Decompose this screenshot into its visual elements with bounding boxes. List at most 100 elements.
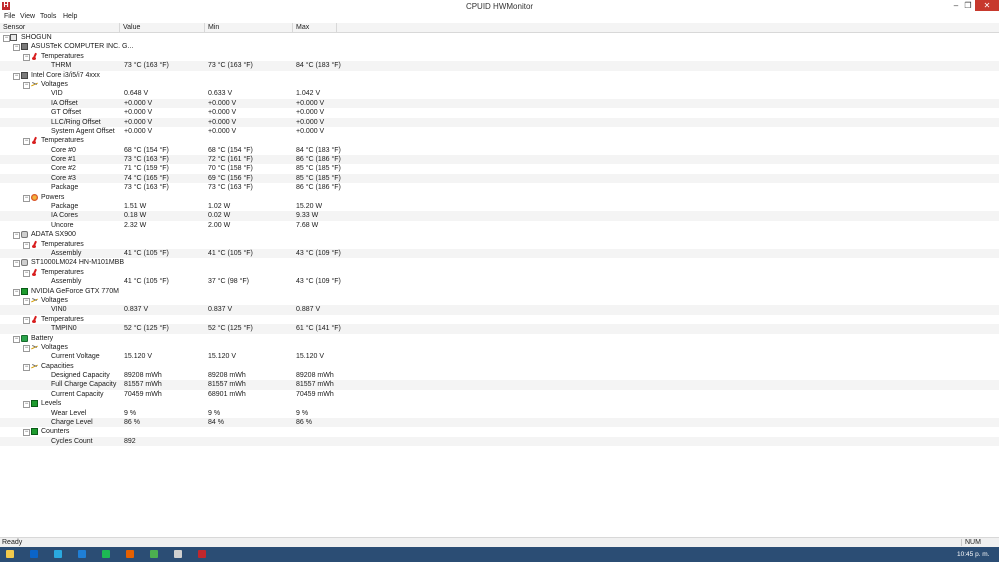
sensor-group-row[interactable]: − ADATA SX900 — [0, 230, 999, 240]
sensor-row[interactable]: LLC/Ring Offset +0.000 V +0.000 V +0.000 V — [0, 117, 999, 127]
column-header-sensor[interactable]: Sensor — [0, 23, 120, 32]
ie-icon[interactable] — [78, 550, 86, 558]
sensor-min: 41 °C (105 °F) — [208, 249, 253, 257]
sensor-group-row[interactable]: − Voltages — [0, 296, 999, 305]
collapse-toggle[interactable]: − — [23, 138, 30, 146]
minimize-button[interactable]: – — [950, 0, 962, 11]
outlook-icon[interactable] — [30, 550, 38, 558]
hwmonitor-taskbar-icon[interactable] — [198, 550, 206, 558]
menu-file[interactable]: File — [4, 13, 15, 20]
spotify-icon[interactable] — [102, 550, 110, 558]
sensor-row[interactable]: Assembly 41 °C (105 °F) 41 °C (105 °F) 43 °… — [0, 248, 999, 259]
sensor-group-row[interactable]: − Intel Core i3/i5/i7 4xxx — [0, 71, 999, 80]
collapse-toggle[interactable]: − — [13, 335, 20, 343]
firefox-icon[interactable] — [126, 550, 134, 558]
sensor-group-row[interactable]: − Voltages — [0, 80, 999, 89]
sensor-group-row[interactable]: − ASUSTeK COMPUTER INC. G... — [0, 42, 999, 52]
sensor-row[interactable]: IA Offset +0.000 V +0.000 V +0.000 V — [0, 98, 999, 109]
sensor-group-row[interactable]: − Levels — [0, 399, 999, 409]
sensor-value: 86 % — [124, 419, 140, 427]
sensor-row[interactable]: Uncore 2.32 W 2.00 W 7.68 W — [0, 221, 999, 230]
sensor-row[interactable]: Charge Level 86 % 84 % 86 % — [0, 418, 999, 428]
menu-help[interactable]: Help — [63, 13, 77, 20]
sensor-tree-grid[interactable]: Sensor Value Min Max − SHOGUN − ASUSTeK COM… — [0, 23, 999, 537]
sensor-label: ST1000LM024 HN-M101MBB — [31, 259, 124, 267]
sensor-value: 73 °C (163 °F) — [124, 184, 169, 192]
sensor-group-row[interactable]: − Temperatures — [0, 315, 999, 324]
collapse-toggle[interactable]: − — [23, 344, 30, 352]
menu-bar: File View Tools Help — [0, 12, 999, 22]
sensor-group-row[interactable]: − NVIDIA GeForce GTX 770M — [0, 287, 999, 296]
collapse-toggle[interactable]: − — [23, 297, 30, 305]
sensor-label: Voltages — [41, 296, 68, 304]
sensor-row[interactable]: TMPIN0 52 °C (125 °F) 52 °C (125 °F) 61 °C … — [0, 324, 999, 334]
sensor-row[interactable]: Package 73 °C (163 °F) 73 °C (163 °F) 86 °C… — [0, 183, 999, 192]
sensor-row[interactable]: Current Voltage 15.120 V 15.120 V 15.120 V — [0, 352, 999, 361]
collapse-toggle[interactable]: − — [23, 401, 30, 409]
sensor-group-row[interactable]: − Battery — [0, 334, 999, 343]
sensor-group-row[interactable]: − ST1000LM024 HN-M101MBB — [0, 258, 999, 268]
collapse-toggle[interactable]: − — [3, 35, 10, 42]
collapse-toggle[interactable]: − — [23, 429, 30, 437]
sensor-row[interactable]: Package 1.51 W 1.02 W 15.20 W — [0, 202, 999, 211]
sensor-row[interactable]: Core #1 73 °C (163 °F) 72 °C (161 °F) 86 °C… — [0, 155, 999, 165]
sensor-row[interactable]: Designed Capacity 89208 mWh 89208 mWh 89208… — [0, 371, 999, 380]
sensor-min: +0.000 V — [208, 109, 237, 117]
collapse-toggle[interactable]: − — [13, 288, 20, 296]
menu-view[interactable]: View — [20, 13, 35, 20]
sensor-group-row[interactable]: − Temperatures — [0, 136, 999, 146]
collapse-toggle[interactable]: − — [23, 53, 30, 61]
sensor-label: IA Offset — [51, 99, 78, 107]
sensor-group-row[interactable]: − SHOGUN — [0, 33, 999, 42]
collapse-toggle[interactable]: − — [23, 269, 30, 277]
sensor-row[interactable]: Core #3 74 °C (165 °F) 69 °C (156 °F) 85 °C… — [0, 173, 999, 184]
sensor-group-row[interactable]: − Temperatures — [0, 240, 999, 249]
sensor-max: 61 °C (141 °F) — [296, 325, 341, 333]
sensor-label: Current Capacity — [51, 390, 104, 398]
steam-icon[interactable] — [174, 550, 182, 558]
sensor-group-row[interactable]: − Capacities — [0, 362, 999, 371]
sensor-row[interactable]: Core #0 68 °C (154 °F) 68 °C (154 °F) 84 °C… — [0, 146, 999, 155]
collapse-toggle[interactable]: − — [13, 232, 20, 240]
sensor-group-row[interactable]: − Temperatures — [0, 52, 999, 61]
sensor-group-row[interactable]: − Counters — [0, 427, 999, 437]
sensor-row[interactable]: VIN0 0.837 V 0.837 V 0.887 V — [0, 305, 999, 315]
menu-tools[interactable]: Tools — [40, 13, 56, 20]
sensor-row[interactable]: THRM 73 °C (163 °F) 73 °C (163 °F) 84 °C (1… — [0, 61, 999, 71]
sensor-label: Powers — [41, 193, 65, 201]
sensor-group-row[interactable]: − Powers — [0, 193, 999, 202]
column-header-value[interactable]: Value — [120, 23, 205, 32]
sensor-row[interactable]: System Agent Offset +0.000 V +0.000 V +0.00… — [0, 127, 999, 136]
collapse-toggle[interactable]: − — [13, 260, 20, 268]
close-button[interactable]: ✕ — [975, 0, 999, 11]
sensor-max: 15.20 W — [296, 203, 323, 211]
sensor-row[interactable]: Wear Level 9 % 9 % 9 % — [0, 409, 999, 418]
collapse-toggle[interactable]: − — [13, 44, 20, 52]
sensor-row[interactable]: GT Offset +0.000 V +0.000 V +0.000 V — [0, 108, 999, 117]
maximize-button[interactable]: ❐ — [962, 0, 974, 11]
sensor-group-row[interactable]: − Temperatures — [0, 268, 999, 277]
column-header-max[interactable]: Max — [293, 23, 337, 32]
sensor-label: GT Offset — [51, 109, 82, 117]
collapse-toggle[interactable]: − — [23, 194, 30, 202]
sensor-group-row[interactable]: − Voltages — [0, 343, 999, 352]
sensor-row[interactable]: Assembly 41 °C (105 °F) 37 °C (98 °F) 43 °C… — [0, 277, 999, 286]
sensor-row[interactable]: Current Capacity 70459 mWh 68901 mWh 70459 … — [0, 390, 999, 399]
column-header-min[interactable]: Min — [205, 23, 293, 32]
collapse-toggle[interactable]: − — [23, 316, 30, 324]
collapse-toggle[interactable]: − — [23, 363, 30, 371]
skype-icon[interactable] — [54, 550, 62, 558]
file-explorer-icon[interactable] — [6, 550, 14, 558]
chrome-icon[interactable] — [150, 550, 158, 558]
sensor-label: Wear Level — [51, 409, 87, 417]
collapse-toggle[interactable]: − — [23, 81, 30, 89]
sensor-row[interactable]: IA Cores 0.18 W 0.02 W 9.33 W — [0, 211, 999, 221]
sensor-row[interactable]: Full Charge Capacity 81557 mWh 81557 mWh 81… — [0, 380, 999, 390]
sensor-label: Capacities — [41, 362, 74, 370]
collapse-toggle[interactable]: − — [13, 72, 20, 80]
sensor-row[interactable]: Cycles Count 892 — [0, 436, 999, 447]
sensor-row[interactable]: Core #2 71 °C (159 °F) 70 °C (158 °F) 85 °C… — [0, 164, 999, 173]
collapse-toggle[interactable]: − — [23, 241, 30, 249]
sensor-label: Current Voltage — [51, 353, 100, 361]
sensor-row[interactable]: VID 0.648 V 0.633 V 1.042 V — [0, 89, 999, 98]
